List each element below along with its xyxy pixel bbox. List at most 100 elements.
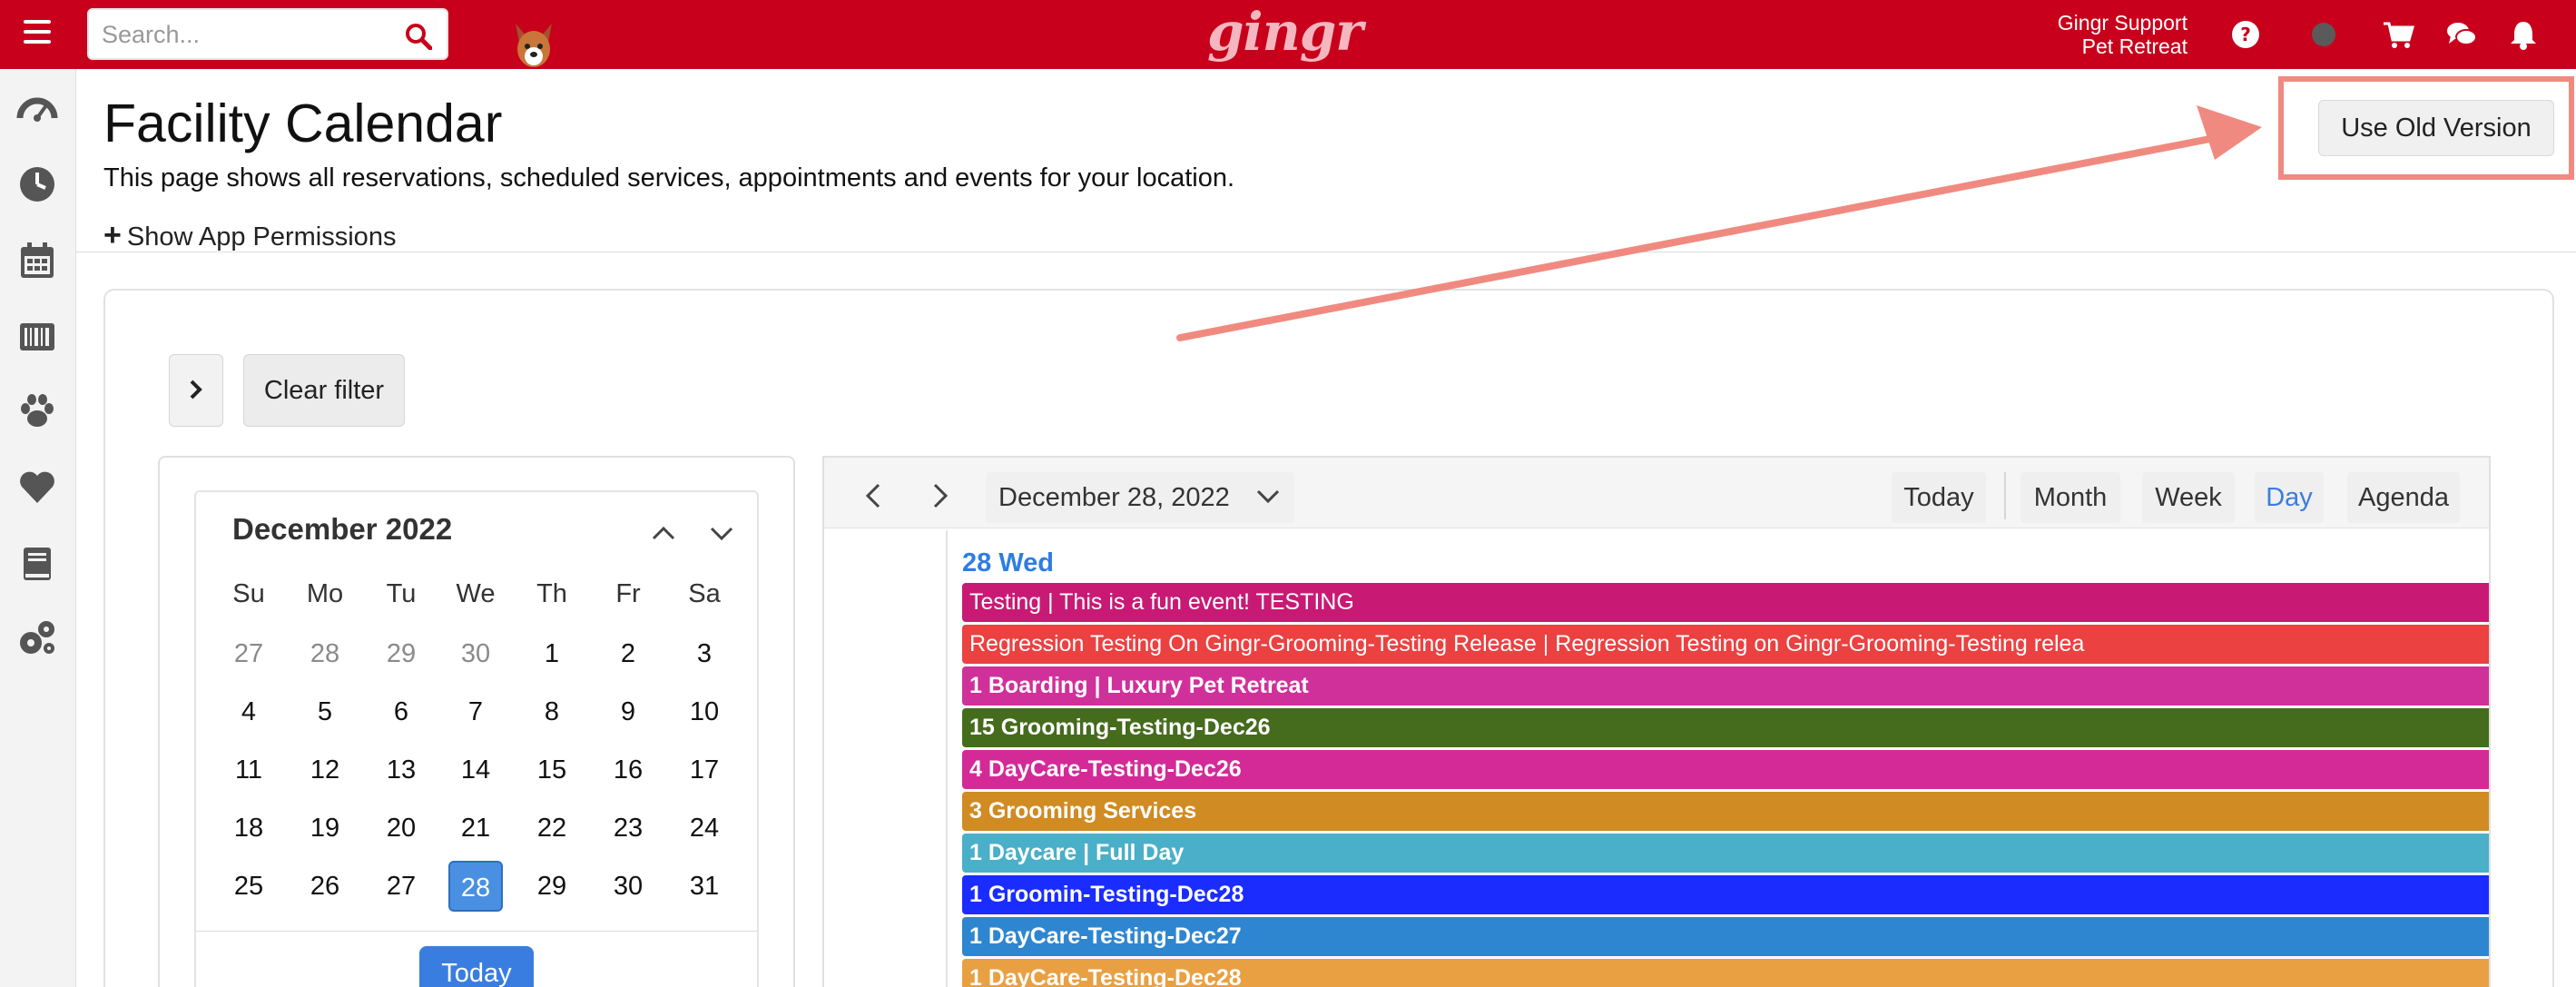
clear-filter-button[interactable]: Clear filter [243, 354, 405, 427]
calendar-day[interactable]: 8 [525, 686, 579, 737]
calendar-day[interactable]: 15 [525, 745, 579, 795]
calendar-event[interactable]: 15 Grooming-Testing-Dec26 [962, 708, 2489, 747]
weekday-header: Tu [386, 579, 417, 608]
toolbar-separator [2004, 472, 2006, 519]
calendar-day[interactable]: 1 [525, 628, 579, 679]
prev-day-button[interactable] [848, 472, 900, 519]
search-input[interactable] [102, 17, 392, 52]
help-icon[interactable]: ? [2229, 18, 2262, 51]
calendar-day[interactable]: 6 [374, 686, 428, 737]
calendar-day[interactable]: 16 [601, 745, 655, 795]
calendar-day[interactable]: 26 [298, 861, 352, 912]
filter-toggle-button[interactable] [169, 354, 223, 427]
calendar-day[interactable]: 3 [677, 628, 732, 679]
calendar-day[interactable]: 30 [601, 861, 655, 912]
chevron-up-icon[interactable] [648, 519, 679, 547]
calendar-event[interactable]: 1 DayCare-Testing-Dec28 [962, 959, 2489, 987]
weekday-header: Fr [615, 579, 641, 608]
settings-icon[interactable] [16, 617, 58, 659]
chevron-down-icon[interactable] [706, 519, 737, 547]
location-name: Pet Retreat [2081, 35, 2188, 58]
show-permissions-toggle[interactable]: + Show App Permissions [103, 218, 396, 253]
clock-icon[interactable] [16, 163, 58, 205]
view-day-button[interactable]: Day [2255, 472, 2324, 523]
calendar-day[interactable]: 17 [677, 745, 732, 795]
calendar-day[interactable]: 21 [448, 803, 503, 854]
calendar-event[interactable]: 1 Groomin-Testing-Dec28 [962, 875, 2489, 914]
barcode-icon[interactable] [16, 316, 58, 358]
weekday-header: Su [232, 579, 265, 608]
calendar-day[interactable]: 10 [677, 686, 732, 737]
top-bar: gingr Gingr Support Pet Retreat ? [0, 0, 2576, 69]
time-gutter [824, 530, 948, 987]
view-agenda-button[interactable]: Agenda [2347, 472, 2460, 523]
calendar-day[interactable]: 18 [221, 803, 276, 854]
calendar-day[interactable]: 27 [221, 628, 276, 679]
page-title: Facility Calendar [103, 94, 503, 153]
user-info[interactable]: Gingr Support Pet Retreat [2058, 11, 2188, 58]
calendar-day[interactable]: 24 [677, 803, 732, 854]
gingr-logo: gingr [1207, 1, 1363, 63]
weekday-header: Th [536, 579, 567, 608]
day-column-header[interactable]: 28 Wed [962, 548, 1054, 578]
view-today-button[interactable]: Today [1892, 472, 1986, 523]
calendar-event[interactable]: Regression Testing On Gingr-Grooming-Tes… [962, 625, 2489, 664]
weekday-header: Mo [306, 579, 344, 608]
user-name: Gingr Support [2057, 11, 2188, 35]
mini-today-button[interactable]: Today [419, 946, 534, 987]
date-picker-dropdown[interactable]: December 28, 2022 [986, 472, 1294, 523]
chevron-down-icon [1256, 489, 1280, 504]
calendar-day[interactable]: 28 [448, 861, 503, 912]
calendar-day[interactable]: 7 [448, 686, 503, 737]
calendar-day[interactable]: 13 [374, 745, 428, 795]
calendar-icon[interactable] [16, 240, 58, 281]
calendar-day[interactable]: 9 [601, 686, 655, 737]
current-date-label: December 28, 2022 [998, 483, 1230, 512]
calendar-day[interactable]: 29 [525, 861, 579, 912]
calendar-day[interactable]: 19 [298, 803, 352, 854]
view-month-button[interactable]: Month [2020, 472, 2120, 523]
calendar-day[interactable]: 23 [601, 803, 655, 854]
dashboard-icon[interactable] [16, 89, 58, 131]
search-icon[interactable] [405, 23, 432, 50]
calendar-event[interactable]: 3 Grooming Services [962, 792, 2489, 831]
calendar-day[interactable]: 30 [448, 628, 503, 679]
calendar-day[interactable]: 27 [374, 861, 428, 912]
page-description: This page shows all reservations, schedu… [103, 163, 1235, 192]
heart-icon[interactable] [16, 467, 58, 508]
search-box [87, 8, 448, 60]
calendar-day[interactable]: 25 [221, 861, 276, 912]
view-week-button[interactable]: Week [2142, 472, 2235, 523]
calendar-day[interactable]: 20 [374, 803, 428, 854]
bell-icon[interactable] [2507, 18, 2540, 51]
chevron-left-icon [865, 483, 880, 508]
calendar-day[interactable]: 14 [448, 745, 503, 795]
cart-icon[interactable] [2382, 18, 2414, 51]
calendar-event[interactable]: Testing | This is a fun event! TESTING [962, 583, 2489, 622]
calendar-event[interactable]: 1 Daycare | Full Day [962, 834, 2489, 873]
show-permissions-label: Show App Permissions [126, 222, 397, 252]
calendar-day[interactable]: 29 [374, 628, 428, 679]
chat-icon[interactable] [2445, 18, 2478, 51]
calendar-event[interactable]: 1 Boarding | Luxury Pet Retreat [962, 666, 2489, 706]
next-day-button[interactable] [913, 472, 966, 519]
chevron-right-icon [933, 483, 949, 508]
status-dot-icon[interactable] [2307, 18, 2340, 51]
calendar-day[interactable]: 4 [221, 686, 276, 737]
app-root: gingr Gingr Support Pet Retreat ? [0, 0, 2576, 987]
calendar-day[interactable]: 5 [298, 686, 352, 737]
calendar-event[interactable]: 1 DayCare-Testing-Dec27 [962, 917, 2489, 956]
paw-icon[interactable] [16, 390, 58, 432]
weekday-header: We [456, 579, 496, 608]
calendar-day[interactable]: 31 [677, 861, 732, 912]
calendar-day[interactable]: 22 [525, 803, 579, 854]
hamburger-icon[interactable] [24, 20, 51, 47]
calendar-day[interactable]: 28 [298, 628, 352, 679]
chevron-right-icon [190, 380, 202, 399]
calendar-day[interactable]: 11 [221, 745, 276, 795]
calendar-day[interactable]: 2 [601, 628, 655, 679]
book-icon[interactable] [16, 543, 58, 585]
weekday-header: Sa [688, 579, 721, 608]
calendar-day[interactable]: 12 [298, 745, 352, 795]
calendar-event[interactable]: 4 DayCare-Testing-Dec26 [962, 750, 2489, 789]
